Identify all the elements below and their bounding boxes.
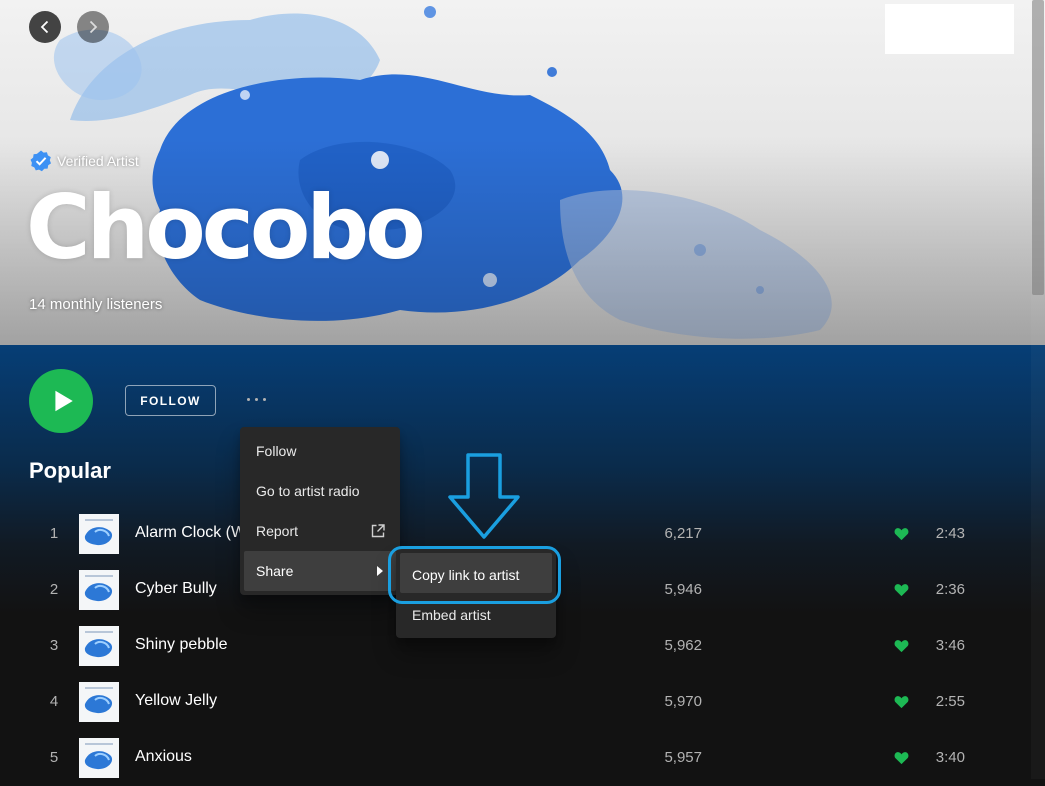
track-number: 1 [49, 525, 59, 542]
track-number: 3 [49, 637, 59, 654]
track-duration: 3:40 [935, 749, 965, 766]
menu-item-report[interactable]: Report [244, 511, 396, 551]
track-cover-art [79, 570, 119, 610]
menu-item-embed-artist[interactable]: Embed artist [400, 593, 552, 633]
menu-item-share[interactable]: Share [244, 551, 396, 591]
track-title: Yellow Jelly [135, 692, 218, 709]
track-cover-art [79, 514, 119, 554]
verified-artist-label: Verified Artist [57, 153, 139, 169]
track-cover-art [79, 682, 119, 722]
more-options-button[interactable] [241, 389, 271, 409]
track-cover-art [79, 626, 119, 666]
heart-icon[interactable] [894, 527, 909, 541]
track-title: Cyber Bully [135, 580, 217, 597]
heart-icon[interactable] [894, 695, 909, 709]
track-duration: 2:36 [935, 581, 965, 598]
track-title: Alarm Clock (W [135, 524, 247, 541]
artist-name: Chocobo [26, 176, 426, 279]
share-submenu: Copy link to artist Embed artist [396, 549, 556, 638]
track-duration: 2:55 [935, 693, 965, 710]
artist-context-menu: Follow Go to artist radio Report Share [240, 427, 400, 595]
play-button[interactable] [29, 369, 93, 433]
caret-right-icon [377, 566, 383, 576]
back-button[interactable] [29, 11, 61, 43]
verified-badge-icon [30, 150, 51, 172]
chevron-left-icon [40, 20, 49, 34]
menu-item-label: Go to artist radio [256, 483, 360, 499]
heart-icon[interactable] [894, 583, 909, 597]
follow-button[interactable]: FOLLOW [125, 385, 216, 416]
track-number: 4 [49, 693, 59, 710]
track-number: 2 [49, 581, 59, 598]
heart-icon[interactable] [894, 751, 909, 765]
track-title: Shiny pebble [135, 636, 228, 653]
track-play-count: 5,946 [664, 581, 702, 598]
menu-item-copy-link-to-artist[interactable]: Copy link to artist [400, 553, 552, 593]
track-title: Anxious [135, 748, 192, 765]
track-play-count: 5,970 [664, 693, 702, 710]
menu-item-label: Embed artist [412, 607, 491, 623]
more-dots-icon [254, 397, 258, 401]
track-row[interactable]: 4 Yellow Jelly 5,970 2:55 [0, 674, 1030, 730]
track-row[interactable]: 5 Anxious 5,957 3:40 [0, 730, 1030, 786]
monthly-listeners: 14 monthly listeners [29, 296, 163, 313]
verified-artist-badge: Verified Artist [29, 149, 139, 173]
track-number: 5 [49, 749, 59, 766]
menu-item-go-to-artist-radio[interactable]: Go to artist radio [244, 471, 396, 511]
menu-item-label: Follow [256, 443, 297, 459]
heart-icon[interactable] [894, 639, 909, 653]
track-play-count: 6,217 [664, 525, 702, 542]
track-cover-art [79, 738, 119, 778]
external-link-icon [371, 524, 385, 538]
menu-item-label: Copy link to artist [412, 567, 520, 583]
forward-button[interactable] [77, 11, 109, 43]
more-dots-icon [246, 397, 250, 401]
popular-section-title: Popular [29, 458, 111, 483]
top-bar-blank-area [885, 4, 1014, 54]
menu-item-follow[interactable]: Follow [244, 431, 396, 471]
scrollbar-thumb[interactable] [1032, 0, 1044, 295]
track-duration: 3:46 [935, 637, 965, 654]
menu-item-label: Report [256, 523, 299, 539]
more-dots-icon [262, 397, 266, 401]
play-icon [55, 390, 73, 412]
chevron-right-icon [89, 20, 98, 34]
menu-item-label: Share [256, 563, 294, 579]
track-duration: 2:43 [935, 525, 965, 542]
track-play-count: 5,957 [664, 749, 702, 766]
track-play-count: 5,962 [664, 637, 702, 654]
